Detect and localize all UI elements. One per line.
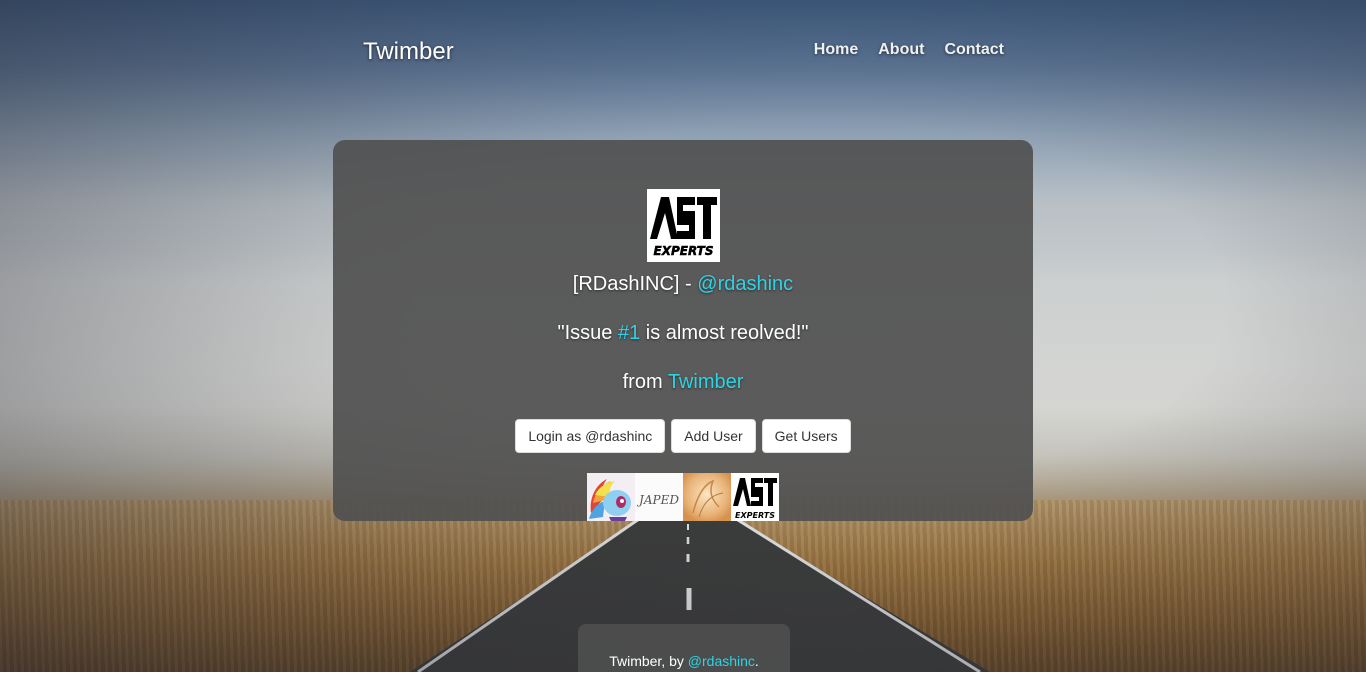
tweet-card: EXPERTS [RDashINC] - @rdashinc "Issue #1…	[333, 140, 1033, 521]
tweet-text: "Issue #1 is almost reolved!"	[333, 322, 1033, 345]
svg-text:EXPERTS: EXPERTS	[735, 511, 775, 520]
brand-logo[interactable]: Twimber	[363, 38, 454, 66]
source-link[interactable]: Twimber	[668, 371, 744, 393]
user-avatar: EXPERTS	[647, 189, 720, 262]
user-thumb-signature[interactable]: JAPED	[635, 473, 683, 521]
footer-text: Twimber, by	[609, 653, 688, 669]
footer: Twimber, by @rdashinc.	[578, 624, 790, 672]
user-thumb-ast[interactable]: EXPERTS	[731, 473, 779, 521]
svg-text:JAPED: JAPED	[636, 493, 679, 507]
nav-about-link[interactable]: About	[878, 41, 924, 59]
footer-suffix: .	[754, 653, 759, 669]
user-handle-link[interactable]: @rdashinc	[697, 273, 793, 295]
tweet-source: from Twimber	[333, 371, 1033, 394]
user-thumbnails: JAPED EXPERTS	[587, 473, 779, 521]
source-label: from	[622, 371, 668, 393]
user-thumb-pony[interactable]	[587, 473, 635, 521]
tweet-text-start: "Issue	[557, 322, 618, 344]
top-navbar: Twimber Home About Contact	[333, 28, 1033, 76]
user-thumb-sketch[interactable]	[683, 473, 731, 521]
user-identity: [RDashINC] - @rdashinc	[333, 273, 1033, 296]
action-buttons: Login as @rdashinc Add User Get Users	[333, 419, 1033, 453]
get-users-button[interactable]: Get Users	[761, 419, 851, 453]
svg-text:EXPERTS: EXPERTS	[654, 244, 714, 258]
nav-contact-link[interactable]: Contact	[944, 41, 1004, 59]
login-button[interactable]: Login as @rdashinc	[515, 419, 666, 453]
user-display-name: [RDashINC]	[572, 273, 680, 295]
issue-link[interactable]: #1	[618, 322, 640, 344]
nav-home-link[interactable]: Home	[814, 41, 858, 59]
nav-links: Home About Contact	[814, 41, 1004, 59]
tweet-text-end: is almost reolved!"	[640, 322, 809, 344]
footer-author-link[interactable]: @rdashinc	[688, 653, 755, 669]
add-user-button[interactable]: Add User	[671, 419, 756, 453]
name-separator: -	[679, 273, 698, 295]
